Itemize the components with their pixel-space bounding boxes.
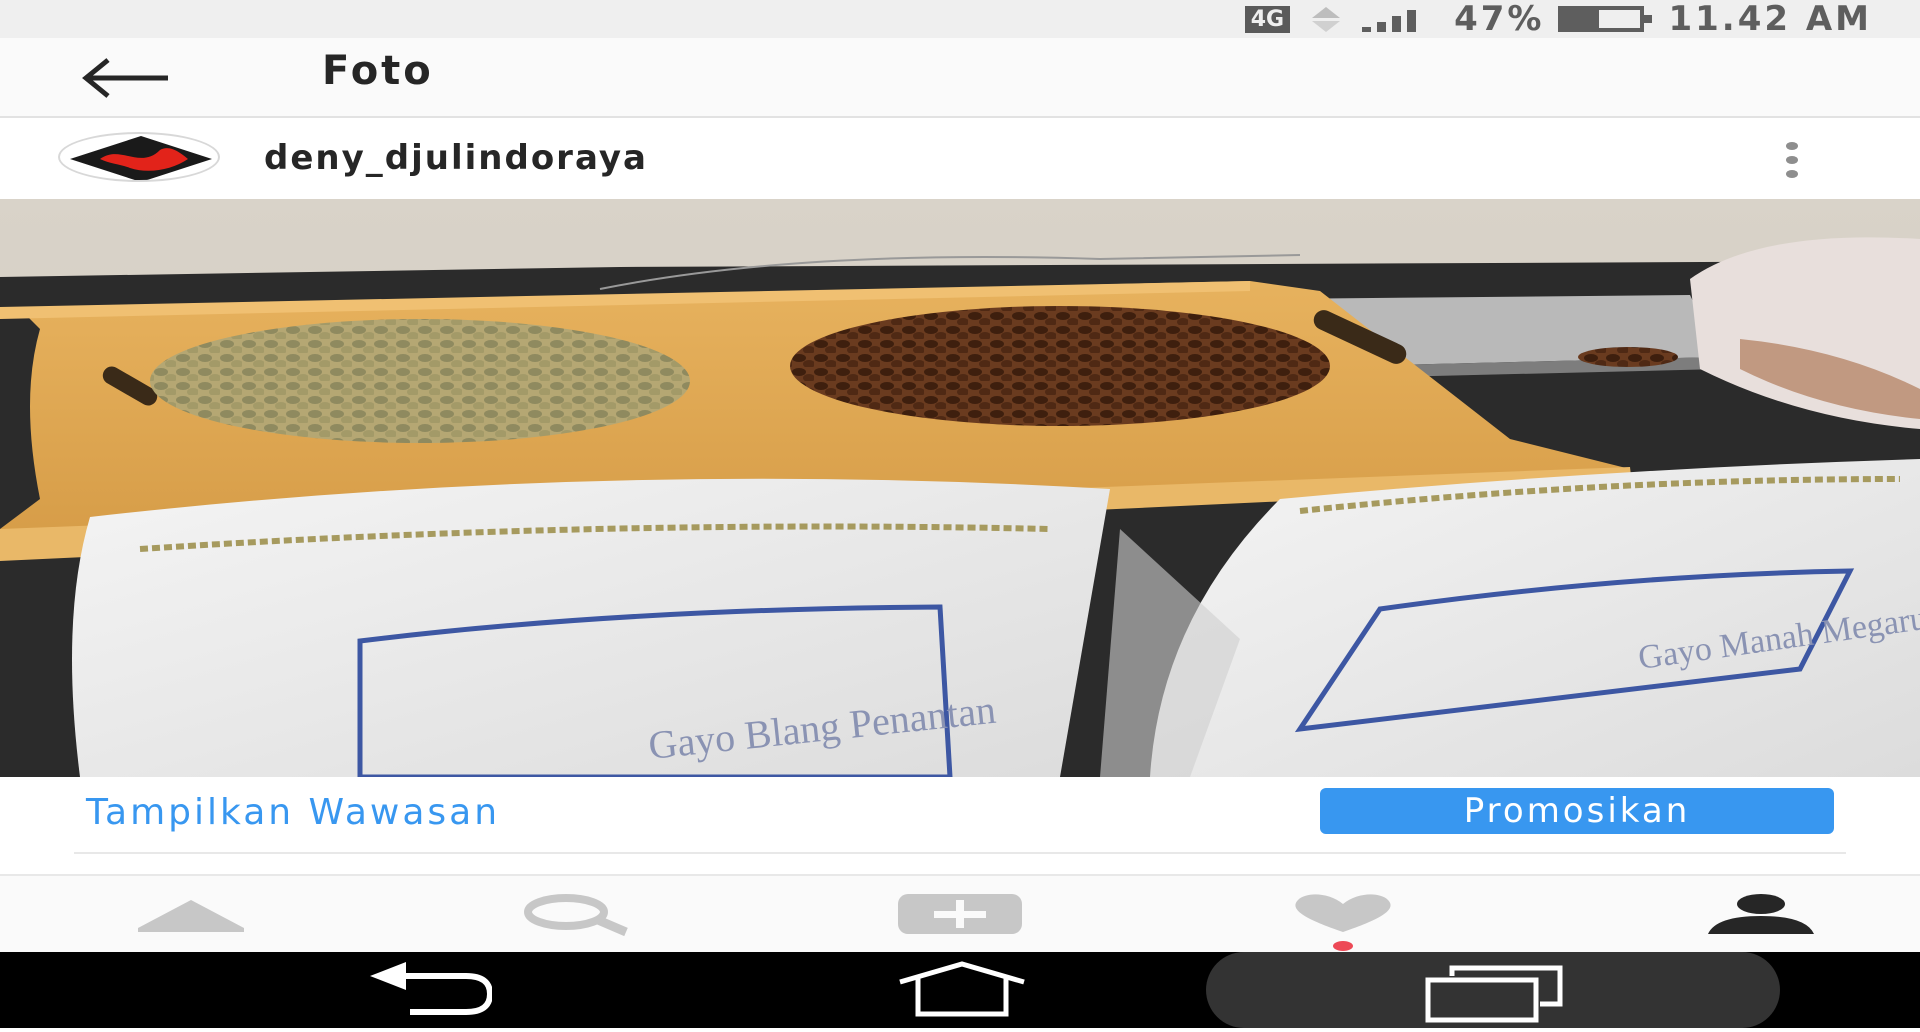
search-icon[interactable]	[520, 876, 630, 952]
status-bar: 4G 47% 11.42 AM	[0, 0, 1920, 39]
network-type: 4G	[1244, 5, 1291, 33]
home-icon[interactable]	[896, 952, 1028, 1028]
arrow-left-icon[interactable]	[80, 56, 174, 100]
data-arrows-icon	[1312, 6, 1341, 32]
clock-time: 11.42 AM	[1668, 0, 1872, 39]
home-icon[interactable]	[134, 876, 248, 952]
signal-icon	[1362, 6, 1417, 32]
battery-percent: 47%	[1454, 0, 1545, 39]
top-bar: Foto	[0, 38, 1920, 118]
system-nav-bar	[0, 952, 1920, 1028]
more-vertical-icon[interactable]	[1782, 142, 1802, 178]
divider	[74, 852, 1846, 854]
view-insights-link[interactable]: Tampilkan Wawasan	[86, 792, 500, 833]
notification-dot	[1333, 941, 1353, 951]
bottom-nav	[0, 874, 1920, 952]
post-header: deny_djulindoraya	[0, 120, 1920, 198]
add-post-icon[interactable]	[896, 876, 1024, 952]
back-icon[interactable]	[366, 952, 494, 1028]
username[interactable]: deny_djulindoraya	[264, 138, 648, 178]
promote-button[interactable]: Promosikan	[1320, 788, 1834, 834]
battery-icon	[1558, 6, 1653, 32]
activity-heart-icon[interactable]	[1288, 876, 1398, 952]
post-photo[interactable]: Gayo Blang Penantan Gayo Manah Megaru	[0, 199, 1920, 777]
post-actions-row: Tampilkan Wawasan Promosikan	[0, 778, 1920, 854]
page-title: Foto	[322, 48, 434, 94]
avatar[interactable]	[58, 132, 220, 182]
recent-apps-icon[interactable]	[1424, 952, 1564, 1028]
profile-icon[interactable]	[1706, 876, 1816, 952]
